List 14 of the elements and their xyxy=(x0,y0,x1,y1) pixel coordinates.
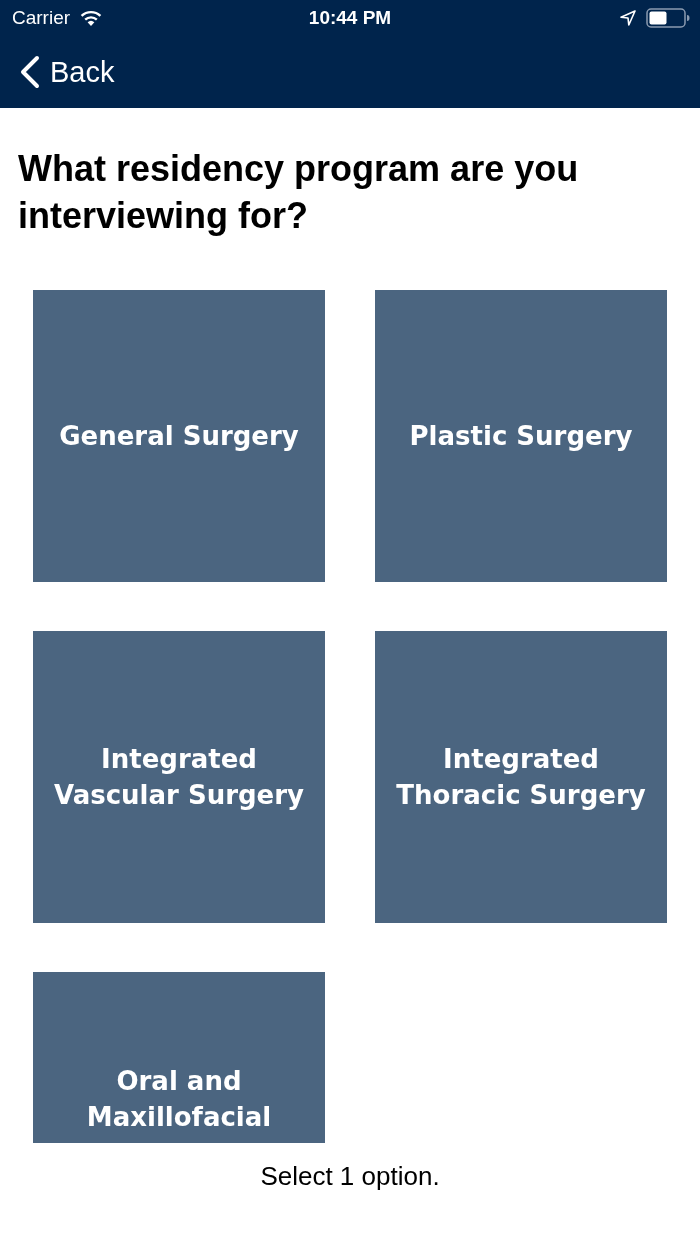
chevron-left-icon xyxy=(20,55,40,89)
battery-icon xyxy=(646,8,690,28)
program-option-tile[interactable]: Integrated Thoracic Surgery xyxy=(375,631,667,923)
program-option-tile[interactable]: Plastic Surgery xyxy=(375,290,667,582)
program-option-tile[interactable]: General Surgery xyxy=(33,290,325,582)
location-arrow-icon xyxy=(620,10,636,26)
program-option-tile[interactable]: Oral and Maxillofacial xyxy=(33,972,325,1143)
wifi-icon xyxy=(80,10,103,26)
clock-time: 10:44 PM xyxy=(308,7,392,29)
question-heading: What residency program are you interviewing for? xyxy=(18,147,580,238)
selection-hint: Select 1 option. xyxy=(260,1160,440,1192)
program-option-tile[interactable]: Integrated Vascular Surgery xyxy=(33,631,325,923)
carrier-label: Carrier xyxy=(12,7,71,29)
back-button[interactable]: Back xyxy=(20,55,115,89)
